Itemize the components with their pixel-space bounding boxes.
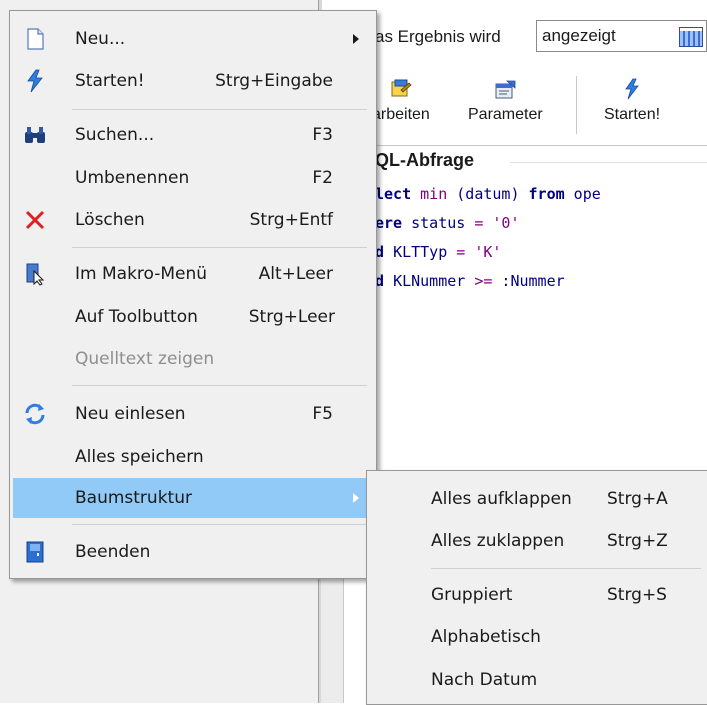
new-document-icon <box>27 28 44 50</box>
menu-item-baumstruktur[interactable]: Baumstruktur <box>13 478 373 518</box>
parameter-icon <box>495 80 516 99</box>
sql-token: from <box>528 185 565 203</box>
menu-item-beenden[interactable]: Beenden <box>13 532 373 572</box>
submenu-arrow-icon <box>353 493 359 503</box>
menu-item-label: Neu einlesen <box>75 404 186 424</box>
submenu-item-shortcut: Strg+Z <box>607 531 668 551</box>
menu-item-neu-einlesen[interactable]: Neu einlesen F5 <box>13 394 373 434</box>
binoculars-icon <box>25 127 45 143</box>
menu-separator <box>72 109 367 110</box>
submenu-item-alles-aufklappen[interactable]: Alles aufklappen Strg+A <box>367 479 707 519</box>
sql-token: min <box>420 185 448 203</box>
menu-item-label: Beenden <box>75 542 151 562</box>
menu-item-shortcut: F5 <box>312 404 333 424</box>
submenu-separator <box>431 568 701 569</box>
submenu-arrow-icon <box>353 34 359 44</box>
menu-item-shortcut: Strg+Eingabe <box>215 71 333 91</box>
delete-x-icon <box>25 210 45 230</box>
submenu-item-gruppiert[interactable]: Gruppiert Strg+S <box>367 575 707 615</box>
submenu-item-label: Alphabetisch <box>431 627 541 647</box>
submenu-item-label: Nach Datum <box>431 670 538 690</box>
sql-token: >= <box>474 272 493 290</box>
menu-separator <box>72 385 367 386</box>
sql-token: ere <box>375 214 412 232</box>
menu-item-suchen[interactable]: Suchen... F3 <box>13 115 373 155</box>
toolbar-button-parameter[interactable]: Parameter <box>468 78 543 124</box>
sql-code-line: ere status = '0' <box>375 214 520 232</box>
sql-token: d <box>375 272 394 290</box>
menu-item-shortcut: F2 <box>312 168 333 188</box>
menu-item-label: Starten! <box>75 71 145 91</box>
menu-item-loeschen[interactable]: Löschen Strg+Entf <box>13 200 373 240</box>
macro-menu-icon <box>26 263 45 286</box>
menu-item-quelltext-zeigen: Quelltext zeigen <box>13 339 373 379</box>
menu-item-label: Suchen... <box>75 125 155 145</box>
sql-token: lect <box>375 185 421 203</box>
menu-item-neu[interactable]: Neu... <box>13 19 373 59</box>
menu-item-starten[interactable]: Starten! Strg+Eingabe <box>13 61 373 101</box>
menu-item-label: Quelltext zeigen <box>75 349 215 369</box>
menu-item-shortcut: Alt+Leer <box>258 264 333 284</box>
sql-token: 'K' <box>474 243 502 261</box>
submenu-item-shortcut: Strg+S <box>607 585 667 605</box>
sql-token: = <box>456 243 466 261</box>
menu-separator <box>72 524 367 525</box>
sql-token: KLNummer <box>393 272 475 290</box>
toolbar-button-starten[interactable]: Starten! <box>604 78 660 124</box>
sql-token: status <box>411 214 475 232</box>
result-label: as Ergebnis wird <box>375 27 501 46</box>
result-display-combo[interactable]: angezeigt <box>536 20 707 52</box>
submenu-item-label: Gruppiert <box>431 585 513 605</box>
submenu-item-label: Alles aufklappen <box>431 489 572 509</box>
sql-token: (datum) <box>447 185 529 203</box>
context-menu: Neu... Starten! Strg+Eingabe Suchen... F… <box>9 10 377 579</box>
menu-separator <box>72 247 367 248</box>
calendar-grid-icon[interactable] <box>679 27 703 47</box>
result-display-value: angezeigt <box>542 26 616 45</box>
lightning-icon <box>625 78 639 100</box>
sql-code-line: d KLTTyp = 'K' <box>375 243 501 261</box>
toolbar-label: Starten! <box>604 106 661 123</box>
menu-item-makro-menue[interactable]: Im Makro-Menü Alt+Leer <box>13 254 373 294</box>
menu-item-umbenennen[interactable]: Umbenennen F2 <box>13 158 373 198</box>
toolbar-button-bearbeiten[interactable]: arbeiten <box>372 78 430 124</box>
menu-item-label: Umbenennen <box>75 168 190 188</box>
menu-item-label: Neu... <box>75 29 126 49</box>
menu-item-alles-speichern[interactable]: Alles speichern <box>13 437 373 477</box>
menu-item-auf-toolbutton[interactable]: Auf Toolbutton Strg+Leer <box>13 297 373 337</box>
submenu-item-alles-zuklappen[interactable]: Alles zuklappen Strg+Z <box>367 521 707 561</box>
toolbar-label: Parameter <box>468 106 543 123</box>
sql-token: '0' <box>492 214 520 232</box>
sql-token: KLTTyp <box>393 243 457 261</box>
menu-item-shortcut: Strg+Leer <box>248 307 335 327</box>
sql-token: :Nummer <box>492 272 565 290</box>
toolbar-separator <box>576 76 577 134</box>
submenu-item-alphabetisch[interactable]: Alphabetisch <box>367 617 707 657</box>
submenu-item-label: Alles zuklappen <box>431 531 565 551</box>
toolbar-label: arbeiten <box>372 106 430 123</box>
menu-item-shortcut: Strg+Entf <box>249 210 333 230</box>
submenu-item-shortcut: Strg+A <box>607 489 668 509</box>
menu-item-label: Löschen <box>75 210 145 230</box>
sql-code-line: d KLNummer >= :Nummer <box>375 272 565 290</box>
menu-item-label: Alles speichern <box>75 447 204 467</box>
menu-item-label: Baumstruktur <box>75 488 192 508</box>
menu-item-label: Im Makro-Menü <box>75 264 208 284</box>
submenu-item-nach-datum[interactable]: Nach Datum <box>367 660 707 700</box>
sql-token: ope <box>564 185 601 203</box>
sql-token: d <box>375 243 394 261</box>
menu-item-label: Auf Toolbutton <box>75 307 198 327</box>
submenu-baumstruktur: Alles aufklappen Strg+A Alles zuklappen … <box>366 470 707 705</box>
sql-code-line: lect min (datum) from ope <box>375 185 601 203</box>
section-rule <box>510 162 707 163</box>
lightning-icon <box>27 69 43 93</box>
sql-section-title: QL-Abfrage <box>375 150 474 170</box>
menu-item-shortcut: F3 <box>312 125 333 145</box>
toolbar-border <box>321 145 707 146</box>
exit-door-icon <box>26 541 44 563</box>
edit-icon <box>391 79 412 97</box>
refresh-icon <box>25 403 45 425</box>
